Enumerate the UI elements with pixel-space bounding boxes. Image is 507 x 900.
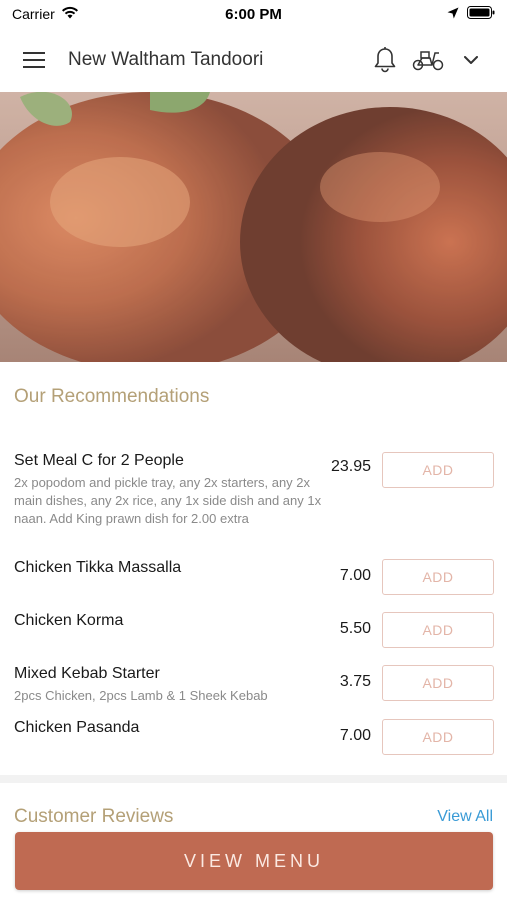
item-price: 3.75 [339, 673, 371, 690]
scooter-icon[interactable] [409, 44, 447, 76]
app-header: New Waltham Tandoori [0, 28, 507, 92]
item-price: 7.00 [339, 567, 371, 584]
item-name: Chicken Tikka Massalla [14, 559, 182, 576]
status-time: 6:00 PM [225, 5, 282, 23]
location-arrow-icon [447, 6, 459, 22]
section-divider [0, 775, 507, 783]
item-name: Mixed Kebab Starter [14, 665, 160, 682]
item-description: 2x popodom and pickle tray, any 2x start… [14, 475, 322, 526]
menu-icon[interactable] [20, 46, 48, 74]
tandoori-chicken-photo [0, 92, 507, 362]
carrier-label: Carrier [12, 6, 55, 22]
add-button[interactable]: ADD [382, 612, 494, 648]
bell-icon[interactable] [369, 44, 401, 76]
wifi-icon [61, 6, 79, 22]
status-left: Carrier [12, 6, 182, 22]
hero-image [0, 92, 507, 362]
item-price: 23.95 [330, 458, 371, 475]
recommendations-title: Our Recommendations [14, 386, 210, 407]
add-button[interactable]: ADD [382, 452, 494, 488]
status-bar: Carrier 6:00 PM [0, 0, 507, 28]
add-button[interactable]: ADD [382, 665, 494, 701]
bottom-bar: VIEW MENU [0, 822, 507, 900]
item-price: 7.00 [339, 727, 371, 744]
view-menu-button[interactable]: VIEW MENU [15, 832, 493, 890]
add-button[interactable]: ADD [382, 559, 494, 595]
item-name: Chicken Pasanda [14, 719, 140, 736]
item-name: Chicken Korma [14, 612, 124, 629]
status-right [325, 6, 495, 22]
item-description: 2pcs Chicken, 2pcs Lamb & 1 Sheek Kebab [14, 688, 268, 703]
app-title: New Waltham Tandoori [68, 49, 264, 70]
item-price: 5.50 [339, 620, 371, 637]
item-name: Set Meal C for 2 People [14, 452, 184, 469]
battery-icon [467, 6, 495, 22]
add-button[interactable]: ADD [382, 719, 494, 755]
chevron-down-icon[interactable] [455, 44, 487, 76]
